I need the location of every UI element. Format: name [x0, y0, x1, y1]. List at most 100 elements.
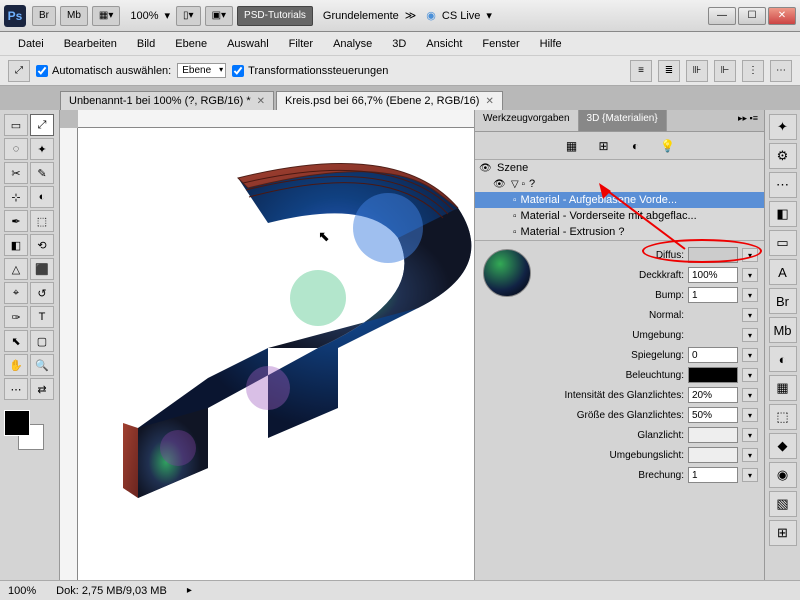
close-icon[interactable]: ✕ — [485, 96, 493, 107]
tool-path[interactable]: ⬉ — [4, 330, 28, 352]
move-tool-icon[interactable]: ⤢ — [8, 60, 30, 82]
3d-object[interactable] — [118, 148, 474, 518]
material-item[interactable]: ▫ Material - Vorderseite mit abgeflac... — [475, 208, 764, 224]
tool[interactable]: ✒ — [4, 210, 28, 232]
prop-field[interactable] — [688, 367, 738, 383]
viewmode-button[interactable]: ▦▾ — [92, 6, 120, 26]
fg-color[interactable] — [4, 410, 30, 436]
prop-menu-icon[interactable]: ▾ — [742, 328, 758, 342]
prop-field[interactable] — [688, 467, 738, 483]
tool[interactable]: ⬛ — [30, 258, 54, 280]
menu-bild[interactable]: Bild — [127, 35, 165, 53]
cslive-button[interactable]: CS Live — [442, 10, 481, 22]
prop-field[interactable] — [688, 407, 738, 423]
dock-icon[interactable]: Mb — [769, 317, 797, 343]
dock-icon[interactable]: ⬚ — [769, 404, 797, 430]
panel-menu-icon[interactable]: ▸▸ ▪≡ — [732, 110, 764, 131]
menu-datei[interactable]: Datei — [8, 35, 54, 53]
filter-light-icon[interactable]: 💡 — [658, 137, 678, 155]
tool[interactable]: ◌ — [4, 138, 28, 160]
prop-field[interactable] — [688, 387, 738, 403]
dock-icon[interactable]: A — [769, 259, 797, 285]
menu-ansicht[interactable]: Ansicht — [416, 35, 472, 53]
tool[interactable]: ▭ — [4, 114, 28, 136]
tool[interactable]: ◧ — [4, 234, 28, 256]
workspace-grund[interactable]: Grundelemente — [323, 10, 399, 22]
prop-menu-icon[interactable]: ▾ — [742, 268, 758, 282]
eye-icon[interactable]: 👁 — [493, 179, 507, 190]
tool[interactable]: ✎ — [30, 162, 54, 184]
tool[interactable]: ⊹ — [4, 186, 28, 208]
tool[interactable]: △ — [4, 258, 28, 280]
tool[interactable]: ⬚ — [30, 210, 54, 232]
view-extras-button[interactable]: ▯▾ — [176, 6, 201, 26]
tool[interactable]: ⌖ — [4, 282, 28, 304]
tool-zoom[interactable]: 🔍 — [30, 354, 54, 376]
auto-select-target[interactable]: Ebene — [177, 63, 226, 78]
align-btn[interactable]: ⋯ — [770, 60, 792, 82]
dock-icon[interactable]: ◉ — [769, 462, 797, 488]
tool[interactable]: ⟲ — [30, 234, 54, 256]
tool[interactable]: ◐ — [30, 186, 54, 208]
prop-field[interactable] — [688, 267, 738, 283]
menu-hilfe[interactable]: Hilfe — [530, 35, 572, 53]
menu-auswahl[interactable]: Auswahl — [217, 35, 279, 53]
menu-bearbeiten[interactable]: Bearbeiten — [54, 35, 127, 53]
prop-menu-icon[interactable]: ▾ — [742, 348, 758, 362]
prop-field[interactable] — [688, 427, 738, 443]
close-button[interactable]: ✕ — [768, 7, 796, 25]
material-item[interactable]: ▫ Material - Aufgeblasene Vorde... — [475, 192, 764, 208]
filter-mesh-icon[interactable]: ⊞ — [594, 137, 614, 155]
canvas[interactable]: ⬉ — [78, 128, 474, 580]
prop-field[interactable] — [688, 347, 738, 363]
prop-menu-icon[interactable]: ▾ — [742, 248, 758, 262]
chevron-right-icon[interactable]: ≫ — [405, 9, 417, 22]
scene-group[interactable]: 👁▽ ▫ ? — [475, 176, 764, 192]
prop-menu-icon[interactable]: ▾ — [742, 408, 758, 422]
tool-type[interactable]: T — [30, 306, 54, 328]
transform-controls-check[interactable]: Transformationssteuerungen — [232, 65, 388, 77]
filter-material-icon[interactable]: ◐ — [626, 137, 646, 155]
align-btn[interactable]: ≣ — [658, 60, 680, 82]
tool-hand[interactable]: ✋ — [4, 354, 28, 376]
dock-icon[interactable]: ⋯ — [769, 172, 797, 198]
tool[interactable]: ⇄ — [30, 378, 54, 400]
workspace-psdtut[interactable]: PSD-Tutorials — [237, 6, 313, 26]
menu-3d[interactable]: 3D — [382, 35, 416, 53]
dock-icon[interactable]: ⊞ — [769, 520, 797, 546]
prop-menu-icon[interactable]: ▾ — [742, 448, 758, 462]
prop-menu-icon[interactable]: ▾ — [742, 288, 758, 302]
prop-menu-icon[interactable]: ▾ — [742, 308, 758, 322]
filter-scene-icon[interactable]: ▦ — [562, 137, 582, 155]
screen-mode-button[interactable]: ▣▾ — [205, 6, 233, 26]
prop-menu-icon[interactable]: ▾ — [742, 468, 758, 482]
close-icon[interactable]: ✕ — [257, 96, 265, 107]
color-swatches[interactable] — [4, 410, 44, 450]
eye-icon[interactable]: 👁 — [479, 163, 493, 174]
minimize-button[interactable]: — — [708, 7, 736, 25]
prop-field[interactable] — [688, 247, 738, 263]
align-btn[interactable]: ⊩ — [714, 60, 736, 82]
dock-icon[interactable]: ▧ — [769, 491, 797, 517]
menu-filter[interactable]: Filter — [279, 35, 323, 53]
dock-icon[interactable]: Br — [769, 288, 797, 314]
align-btn[interactable]: ≡ — [630, 60, 652, 82]
tab-werkzeugvorgaben[interactable]: Werkzeugvorgaben — [475, 110, 579, 131]
minibridge-button[interactable]: Mb — [60, 6, 88, 26]
scene-root[interactable]: 👁Szene — [475, 160, 764, 176]
tool[interactable]: ✦ — [30, 138, 54, 160]
menu-ebene[interactable]: Ebene — [165, 35, 217, 53]
menu-fenster[interactable]: Fenster — [472, 35, 529, 53]
dock-icon[interactable]: ⚙ — [769, 143, 797, 169]
tool[interactable]: ⋯ — [4, 378, 28, 400]
tool[interactable]: ✂ — [4, 162, 28, 184]
tool-move[interactable]: ⤢ — [30, 114, 54, 136]
doc-tab-1[interactable]: Unbenannt-1 bei 100% (?, RGB/16) *✕ — [60, 91, 274, 110]
prop-menu-icon[interactable]: ▾ — [742, 428, 758, 442]
dock-icon[interactable]: ◆ — [769, 433, 797, 459]
prop-field[interactable] — [688, 287, 738, 303]
dock-icon[interactable]: ✦ — [769, 114, 797, 140]
tool[interactable]: ↺ — [30, 282, 54, 304]
prop-field[interactable] — [688, 307, 738, 323]
dock-icon[interactable]: ▭ — [769, 230, 797, 256]
